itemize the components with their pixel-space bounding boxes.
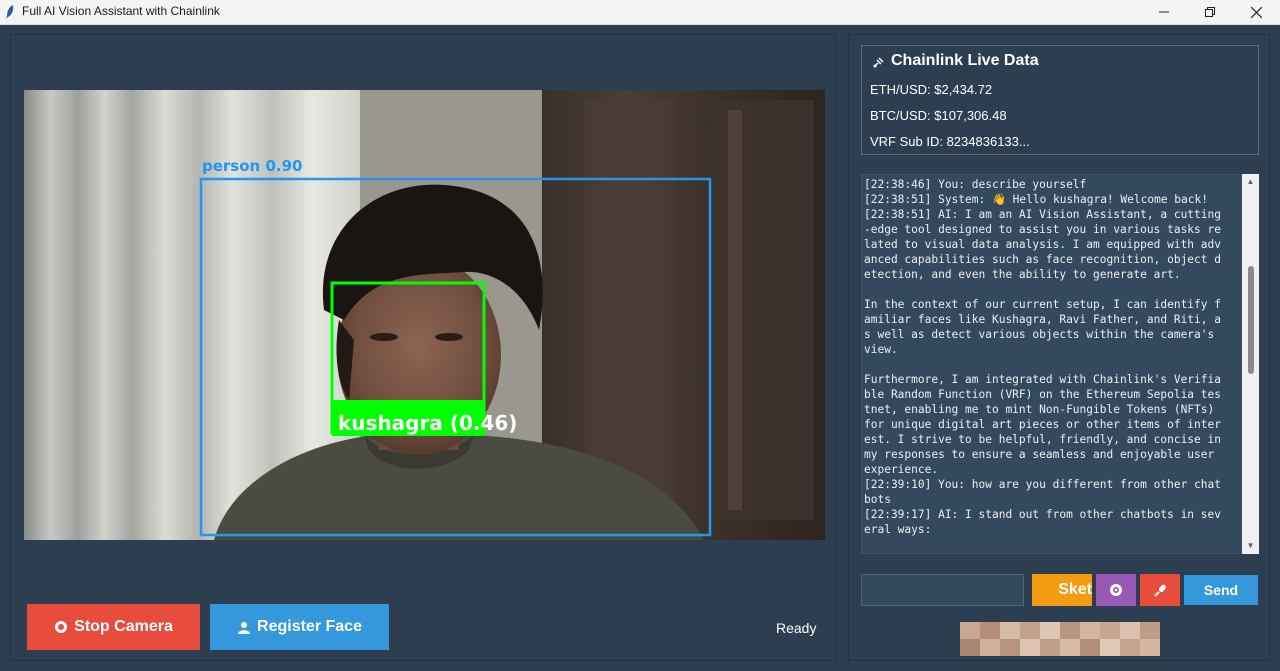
chat-log-line: est. I strive to be helpful, friendly, a…	[864, 433, 1221, 446]
close-button[interactable]	[1233, 0, 1279, 24]
chat-log-line: In the context of our current setup, I c…	[864, 298, 1221, 311]
scroll-up-icon[interactable]: ▲	[1245, 177, 1256, 187]
chat-log-line: -edge tool designed to assist you in var…	[864, 223, 1221, 236]
sketch-button[interactable]: Sket	[1032, 574, 1092, 606]
register-face-button[interactable]: Register Face	[210, 604, 389, 650]
chat-log-line: view.	[864, 343, 898, 356]
microphone-button[interactable]	[1140, 574, 1180, 606]
chat-log-line: eral ways:	[864, 523, 932, 536]
window-title: Full AI Vision Assistant with Chainlink	[22, 4, 220, 18]
stop-camera-label: Stop Camera	[74, 618, 173, 635]
chat-log-line: [22:38:51] AI: I am an AI Vision Assista…	[864, 208, 1221, 221]
minimize-icon	[1159, 11, 1169, 13]
btc-price: BTC/USD: $107,306.48	[870, 108, 1007, 123]
chat-log-line: [22:39:10] You: how are you different fr…	[864, 478, 1221, 491]
face-recognition-label: kushagra (0.46)	[338, 411, 517, 435]
person-detection-label: person 0.90	[202, 157, 302, 175]
record-icon	[55, 621, 68, 633]
camera-feed: person 0.90 kushagra (0.46)	[24, 90, 825, 540]
chat-log-line: amiliar faces like Kushagra, Ravi Father…	[864, 313, 1221, 326]
stop-camera-button[interactable]: Stop Camera	[27, 604, 200, 650]
restore-icon	[1205, 7, 1215, 17]
chat-log-line: Furthermore, I am integrated with Chainl…	[864, 373, 1221, 386]
feather-icon	[6, 5, 14, 19]
chat-log-line: s well as detect various objects within …	[864, 328, 1215, 341]
chat-log[interactable]: [22:38:46] You: describe yourself [22:38…	[861, 174, 1259, 554]
chat-log-line: [22:38:46] You: describe yourself	[864, 178, 1087, 191]
eth-price: ETH/USD: $2,434.72	[870, 82, 993, 97]
chat-log-line: anced capabilities such as face recognit…	[864, 253, 1221, 266]
chat-log-line: bots	[864, 493, 891, 506]
send-button[interactable]: Send	[1184, 575, 1258, 605]
vrf-sub-id: VRF Sub ID: 8234836133...	[870, 134, 1030, 149]
chainlink-title: Chainlink Live Data	[891, 52, 1039, 69]
user-icon	[238, 622, 251, 634]
send-label: Send	[1203, 582, 1239, 598]
chat-log-line: my responses to ensure a seamless and en…	[864, 448, 1215, 461]
title-bar: Full AI Vision Assistant with Chainlink	[0, 0, 1280, 25]
chat-log-line: [22:38:51] System: 👋 Hello kushagra! Wel…	[864, 193, 1208, 206]
pixelated-image	[960, 622, 1160, 656]
eye-icon	[1110, 584, 1122, 596]
status-text: Ready	[776, 620, 817, 636]
sketch-label: Sket	[1058, 581, 1092, 598]
satellite-icon	[872, 55, 886, 72]
camera-frame: person 0.90 kushagra (0.46)	[24, 90, 825, 540]
chat-log-line: [22:39:17] AI: I stand out from other ch…	[864, 508, 1221, 521]
chat-log-line: etection, and even the ability to genera…	[864, 268, 1181, 281]
chat-log-line: ble Random Function (VRF) on the Ethereu…	[864, 388, 1221, 401]
minimize-button[interactable]	[1141, 0, 1187, 24]
message-input[interactable]	[861, 574, 1024, 606]
register-face-label: Register Face	[257, 618, 362, 635]
scroll-down-icon[interactable]: ▼	[1245, 541, 1256, 551]
chat-log-line: for unique digital art pieces or other i…	[864, 418, 1221, 431]
vision-button[interactable]	[1096, 574, 1136, 606]
close-icon	[1250, 6, 1262, 18]
maximize-button[interactable]	[1187, 0, 1233, 24]
chat-log-line: tnet, enabling me to mint Non-Fungible T…	[864, 403, 1215, 416]
chat-log-text: [22:38:46] You: describe yourself [22:38…	[864, 177, 1238, 537]
chat-log-line: lated to visual data analysis. I am equi…	[864, 238, 1221, 251]
microphone-icon	[1154, 584, 1166, 597]
chat-log-line: experience.	[864, 463, 939, 476]
scroll-thumb[interactable]	[1248, 266, 1254, 374]
